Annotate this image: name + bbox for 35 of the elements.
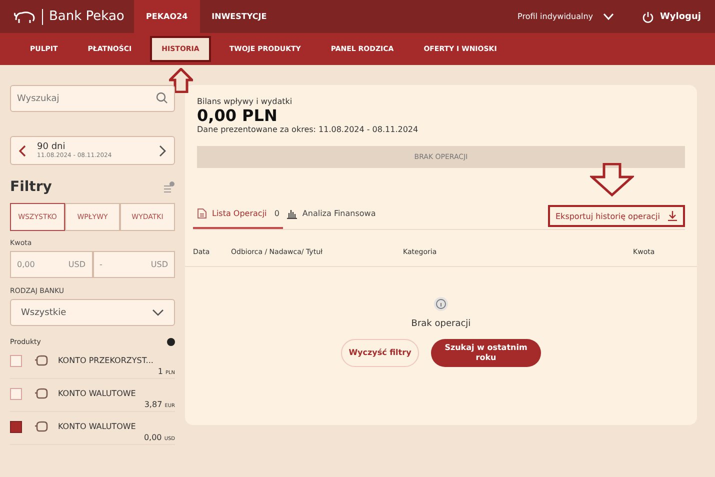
search-year-button[interactable]: Szukaj w ostatnim roku (431, 339, 541, 367)
chevron-left-icon[interactable] (19, 144, 27, 156)
clear-dot-icon[interactable] (167, 338, 175, 346)
search-field[interactable]: Wyszukaj (10, 85, 175, 112)
info-icon (434, 297, 448, 311)
period-text: Dane prezentowane za okres: 11.08.2024 - 08.11.2024 (197, 125, 420, 134)
chevron-right-icon[interactable] (158, 144, 166, 156)
view-tab[interactable]: Lista Operacji 0 (193, 200, 284, 229)
balance-amount: 0,00 PLN (197, 106, 278, 125)
annotation-arrow-icon (168, 68, 192, 93)
period-label: 90 dni (37, 142, 66, 152)
search-icon[interactable] (156, 92, 168, 104)
clear-filters-button[interactable]: Wyczyść filtry (341, 339, 419, 367)
checkbox[interactable] (10, 388, 22, 400)
document-icon (197, 208, 207, 219)
bank-name: Bank Pekao (49, 9, 124, 24)
bank-type-dropdown[interactable]: Wszystkie (10, 299, 175, 326)
bar-chart-icon (287, 208, 298, 219)
balance-label: Bilans wpływy i wydatki (197, 97, 294, 106)
product-name: KONTO PRZEKORZYST... (58, 356, 154, 365)
profile-label[interactable]: Profil indywidualny (518, 12, 593, 21)
view-tab[interactable]: Analiza Finansowa (283, 200, 380, 229)
power-icon[interactable] (642, 10, 654, 22)
checkbox[interactable] (10, 420, 22, 432)
annotation-arrow-icon (590, 163, 634, 197)
product-name: KONTO WALUTOWE (58, 422, 137, 431)
logout-link[interactable]: Wyloguj (660, 12, 701, 22)
product-name: KONTO WALUTOWE (58, 389, 137, 398)
checkbox[interactable] (10, 354, 22, 366)
download-icon[interactable] (668, 211, 677, 221)
filters-title: Filtry (10, 179, 52, 195)
chevron-down-icon[interactable] (152, 309, 164, 316)
top-tab[interactable]: INWESTYCJE (200, 0, 279, 33)
empty-message: Brak operacji (411, 319, 471, 329)
top-tab[interactable]: PEKAO24 (134, 0, 200, 33)
